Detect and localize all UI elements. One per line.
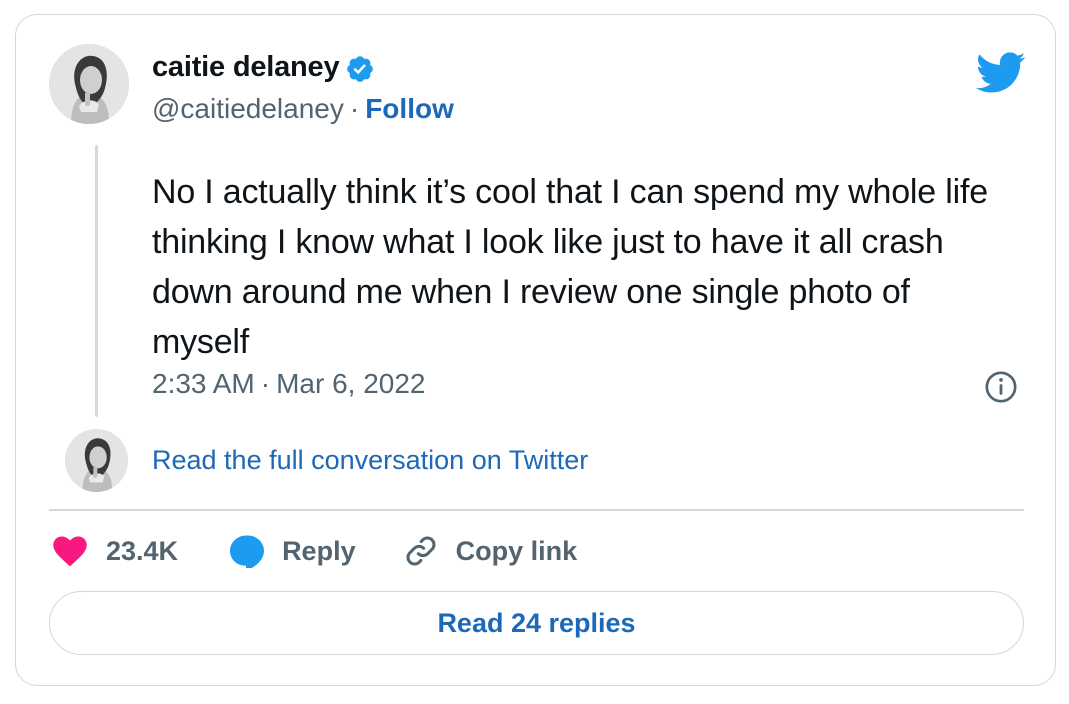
heart-icon — [53, 536, 87, 567]
info-icon[interactable] — [984, 370, 1018, 404]
tweet-time: 2:33 AM — [152, 368, 255, 399]
action-bar: 23.4K Reply Copy link — [52, 531, 577, 571]
verified-badge-icon — [347, 55, 374, 82]
speech-bubble-icon — [230, 535, 265, 568]
author-display-name[interactable]: caitie delaney — [152, 51, 340, 84]
copy-link-button[interactable]: Copy link — [402, 532, 578, 570]
divider — [49, 509, 1024, 511]
tweet-timestamp[interactable]: 2:33 AM · Mar 6, 2022 — [152, 368, 425, 400]
conversation-avatar[interactable] — [65, 429, 128, 492]
author-handle-row: @caitiedelaney · Follow — [152, 93, 454, 125]
twitter-bird-icon[interactable] — [976, 52, 1026, 94]
link-icon — [406, 536, 436, 566]
reply-button[interactable]: Reply — [228, 534, 356, 568]
timestamp-separator: · — [260, 368, 271, 399]
reply-label: Reply — [282, 535, 356, 566]
tweet-text: No I actually think it’s cool that I can… — [152, 173, 988, 361]
like-count: 23.4K — [106, 535, 179, 566]
follow-link[interactable]: Follow — [365, 93, 454, 125]
handle-separator: · — [349, 93, 360, 124]
author-avatar[interactable] — [49, 44, 129, 124]
read-conversation-link[interactable]: Read the full conversation on Twitter — [152, 445, 588, 476]
author-name-row: caitie delaney — [152, 51, 375, 84]
read-replies-label: Read 24 replies — [437, 607, 636, 638]
author-handle[interactable]: @caitiedelaney — [152, 93, 344, 125]
tweet-date: Mar 6, 2022 — [276, 368, 426, 399]
read-replies-button[interactable]: Read 24 replies — [49, 591, 1024, 655]
thread-line — [95, 145, 98, 417]
like-button[interactable]: 23.4K — [52, 535, 178, 567]
copy-link-label: Copy link — [455, 535, 578, 566]
tweet-card: caitie delaney @caitiedelaney · Follow N… — [15, 14, 1056, 686]
